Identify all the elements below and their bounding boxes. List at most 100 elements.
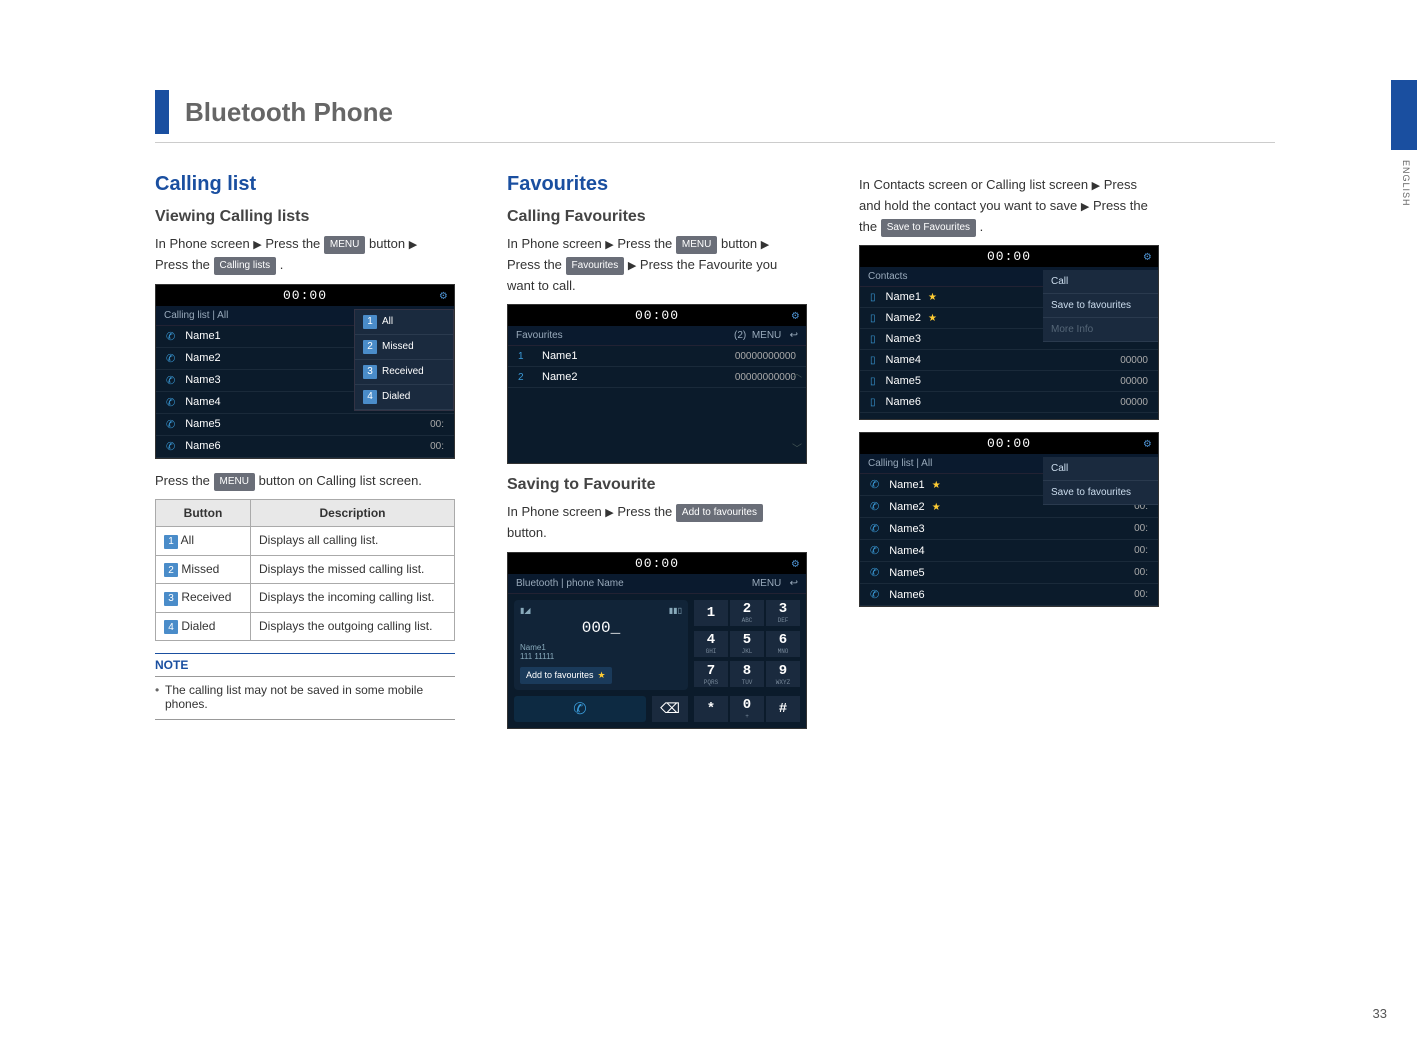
number-badge: 2 [363, 340, 377, 354]
contact-name: Name2 [542, 371, 735, 383]
keypad-key[interactable]: # [766, 696, 800, 722]
keypad-key[interactable]: 9WXYZ [766, 661, 800, 687]
list-item[interactable]: ✆Name400: [860, 540, 1158, 562]
text: Press the [155, 257, 214, 272]
text: Press the [614, 236, 676, 251]
text: In Contacts screen or Calling list scree… [859, 177, 1092, 192]
th-description: Description [251, 500, 455, 527]
star-icon: ★ [928, 313, 937, 324]
contact-icon: ▯ [870, 355, 876, 366]
list-item[interactable]: ▯Name400000 [860, 350, 1158, 371]
star-icon: ★ [928, 292, 937, 303]
context-menu-item[interactable]: More Info [1043, 318, 1158, 342]
time-label: 00: [430, 441, 444, 452]
key-letters: GHI [706, 648, 717, 655]
context-menu-item[interactable]: Save to favourites [1043, 294, 1158, 318]
phone-icon: ✆ [166, 352, 175, 365]
keypad-key[interactable]: 8TUV [730, 661, 764, 687]
dial-display: 000_ [520, 615, 682, 641]
text: In Phone screen [507, 504, 605, 519]
list-item[interactable]: ✆Name300: [860, 518, 1158, 540]
phone-icon: ✆ [870, 588, 879, 601]
keypad-key[interactable]: 5JKL [730, 631, 764, 657]
keypad-key[interactable]: 3DEF [766, 600, 800, 626]
gear-icon: ⚙ [1144, 249, 1152, 264]
key-letters: PQRS [704, 679, 718, 686]
filter-label: Received [382, 366, 424, 377]
number-badge: 3 [164, 592, 178, 606]
keypad-key[interactable]: 2ABC [730, 600, 764, 626]
time-label: 00: [430, 419, 444, 430]
section-favourites: Favourites [507, 173, 807, 196]
button-desc: Displays the incoming calling list. [251, 584, 455, 613]
context-menu-item[interactable]: Save to favourites [1043, 481, 1158, 505]
phone-number: 00000 [1120, 355, 1148, 366]
key-letters: JKL [742, 648, 753, 655]
keypad-key[interactable]: 4GHI [694, 631, 728, 657]
text: button [365, 236, 408, 251]
table-row: 2 MissedDisplays the missed calling list… [156, 555, 455, 584]
keypad-key[interactable]: * [694, 696, 728, 722]
key-letters: ABC [742, 617, 753, 624]
arrow-icon: ▶ [761, 239, 769, 251]
list-item[interactable]: ▯Name600000 [860, 392, 1158, 413]
screen-header: Bluetooth | phone Name [516, 578, 624, 589]
context-menu-item[interactable]: Call [1043, 457, 1158, 481]
add-favourites-pill: Add to favourites [676, 504, 763, 522]
contact-name: Name4 [889, 545, 1134, 557]
note-text: The calling list may not be saved in som… [155, 683, 455, 720]
battery-icon: ▮▮▯ [669, 606, 682, 615]
screenshot-favourites: 00:00⚙ Favourites (2) MENU ↩ 1Name100000… [507, 304, 807, 464]
phone-icon: ✆ [166, 418, 175, 431]
contact-name: Name1 [542, 350, 735, 362]
key-letters: DEF [778, 617, 789, 624]
phone-number: 00000000000 [735, 351, 796, 362]
list-item[interactable]: ✆Name600: [156, 436, 454, 458]
phone-icon: ✆ [870, 566, 879, 579]
screenshot-contacts-ctx: 00:00⚙ Contacts ▯Name1 ★00000▯Name2 ★000… [859, 245, 1159, 420]
filter-menu-item[interactable]: 1All [355, 310, 453, 335]
add-fav-label: Add to favourites [526, 670, 594, 680]
signal-icon: ▮◢ [520, 606, 531, 615]
number-badge: 2 [164, 563, 178, 577]
filter-menu-item[interactable]: 3Received [355, 360, 453, 385]
table-row: 3 ReceivedDisplays the incoming calling … [156, 584, 455, 613]
subsection-viewing-lists: Viewing Calling lists [155, 208, 455, 226]
add-favourites-button[interactable]: Add to favourites ★ [520, 667, 612, 684]
gear-icon: ⚙ [792, 556, 800, 571]
list-item[interactable]: ✆Name600: [860, 584, 1158, 606]
filter-menu-item[interactable]: 2Missed [355, 335, 453, 360]
screenshot-keypad: 00:00⚙ Bluetooth | phone Name MENU ↩ ▮◢▮… [507, 552, 807, 729]
list-item[interactable]: ✆Name500: [156, 414, 454, 436]
clock-label: 00:00 [635, 308, 679, 323]
gear-icon: ⚙ [1144, 436, 1152, 451]
scroll-down-icon: ﹀ [790, 440, 804, 455]
text: button. [507, 525, 547, 540]
list-item[interactable]: 2Name200000000000 [508, 367, 806, 388]
keypad-key[interactable]: 7PQRS [694, 661, 728, 687]
phone-number: 00000000000 [735, 372, 796, 383]
keypad-key[interactable]: 6MNO [766, 631, 800, 657]
clock-label: 00:00 [283, 288, 327, 303]
button-name: Dialed [181, 619, 215, 633]
button-desc: Displays the missed calling list. [251, 555, 455, 584]
screenshot-calling-list: 00:00⚙ Calling list | All ✆Name100:✆Name… [155, 284, 455, 459]
context-menu-item[interactable]: Call [1043, 270, 1158, 294]
clock-label: 00:00 [987, 436, 1031, 451]
contact-icon: ▯ [870, 313, 876, 324]
call-button[interactable]: ✆ [514, 696, 646, 722]
time-label: 00: [1134, 545, 1148, 556]
phone-icon: ✆ [166, 440, 175, 453]
list-item[interactable]: 1Name100000000000 [508, 346, 806, 367]
keypad-key[interactable]: 0+ [730, 696, 764, 722]
keypad-key[interactable]: 1 [694, 600, 728, 626]
th-button: Button [156, 500, 251, 527]
list-item[interactable]: ▯Name500000 [860, 371, 1158, 392]
list-item[interactable]: ✆Name500: [860, 562, 1158, 584]
backspace-button[interactable]: ⌫ [652, 696, 688, 722]
text: the [859, 219, 881, 234]
subsection-saving-favourite: Saving to Favourite [507, 476, 807, 494]
filter-menu-item[interactable]: 4Dialed [355, 385, 453, 410]
key-number: 0 [743, 697, 751, 713]
contact-icon: ▯ [870, 334, 876, 345]
